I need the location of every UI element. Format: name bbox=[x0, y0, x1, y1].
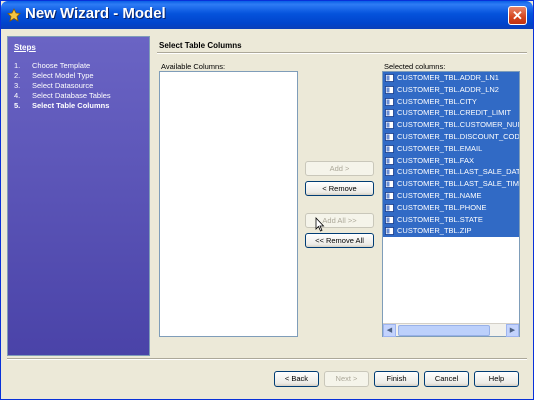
add-button[interactable]: Add > bbox=[305, 161, 374, 176]
remove-button[interactable]: < Remove bbox=[305, 181, 374, 196]
scroll-left-icon[interactable]: ◀ bbox=[383, 324, 396, 337]
mouse-cursor-icon bbox=[315, 217, 325, 232]
selected-columns-label: Selected columns: bbox=[384, 62, 446, 71]
column-name: CUSTOMER_TBL.NAME bbox=[397, 190, 482, 200]
list-item[interactable]: CUSTOMER_TBL.DISCOUNT_CODE bbox=[383, 130, 520, 143]
column-icon bbox=[385, 180, 394, 189]
scroll-thumb[interactable] bbox=[398, 325, 490, 336]
list-item[interactable]: CUSTOMER_TBL.FAX bbox=[383, 154, 519, 167]
column-icon bbox=[385, 168, 394, 177]
column-icon bbox=[385, 97, 394, 106]
column-icon bbox=[385, 109, 394, 118]
step-label: Select Database Tables bbox=[32, 91, 111, 100]
column-icon bbox=[385, 121, 394, 130]
column-icon bbox=[385, 144, 394, 153]
step-label: Select Model Type bbox=[32, 71, 94, 80]
step-label: Choose Template bbox=[32, 61, 91, 70]
steps-list: 1. Choose Template 2. Select Model Type 3.… bbox=[14, 61, 149, 111]
column-name: CUSTOMER_TBL.CREDIT_LIMIT bbox=[397, 108, 512, 118]
scroll-right-icon[interactable]: ▶ bbox=[506, 324, 519, 337]
remove-all-button[interactable]: << Remove All bbox=[305, 233, 374, 248]
column-name: CUSTOMER_TBL.CITY bbox=[397, 96, 477, 106]
list-item[interactable]: CUSTOMER_TBL.CITY bbox=[383, 95, 519, 108]
column-name: CUSTOMER_TBL.LAST_SALE_DATE bbox=[397, 167, 520, 177]
horizontal-scrollbar[interactable]: ◀ ▶ bbox=[383, 323, 519, 337]
step-item: 2. Select Model Type bbox=[14, 71, 94, 80]
list-item[interactable]: CUSTOMER_TBL.EMAIL bbox=[383, 142, 519, 155]
list-item[interactable]: CUSTOMER_TBL.ADDR_LN2 bbox=[383, 83, 519, 96]
column-name: CUSTOMER_TBL.CUSTOMER_NUM bbox=[397, 120, 520, 130]
column-icon bbox=[385, 85, 394, 94]
column-icon bbox=[385, 203, 394, 212]
column-icon bbox=[385, 74, 394, 82]
step-label: Select Table Columns bbox=[32, 101, 110, 110]
step-item-active: 5. Select Table Columns bbox=[14, 101, 110, 110]
cancel-button[interactable]: Cancel bbox=[424, 371, 469, 387]
page-title: Select Table Columns bbox=[159, 41, 242, 50]
title-bar: New Wizard - Model ✕ bbox=[1, 1, 533, 29]
list-item[interactable]: CUSTOMER_TBL.ZIP bbox=[383, 225, 519, 238]
list-item[interactable]: CUSTOMER_TBL.NAME bbox=[383, 189, 519, 202]
help-button[interactable]: Help bbox=[474, 371, 519, 387]
list-item[interactable]: CUSTOMER_TBL.LAST_SALE_DATE bbox=[383, 166, 520, 179]
column-name: CUSTOMER_TBL.ADDR_LN1 bbox=[397, 73, 499, 82]
steps-title: Steps bbox=[14, 43, 36, 52]
column-name: CUSTOMER_TBL.ZIP bbox=[397, 226, 472, 236]
step-item: 1. Choose Template bbox=[14, 61, 91, 70]
column-name: CUSTOMER_TBL.LAST_SALE_TIME bbox=[397, 179, 520, 189]
available-columns-list[interactable] bbox=[159, 71, 298, 337]
column-icon bbox=[385, 192, 394, 200]
footer-divider bbox=[7, 358, 527, 360]
close-button[interactable]: ✕ bbox=[508, 6, 527, 25]
column-name: CUSTOMER_TBL.EMAIL bbox=[397, 143, 483, 153]
available-columns-label: Available Columns: bbox=[161, 62, 226, 71]
wizard-icon bbox=[7, 8, 21, 22]
next-button[interactable]: Next > bbox=[324, 371, 369, 387]
step-item: 3. Select Datasource bbox=[14, 81, 94, 90]
column-icon bbox=[385, 215, 394, 224]
column-name: CUSTOMER_TBL.PHONE bbox=[397, 202, 487, 212]
column-name: CUSTOMER_TBL.STATE bbox=[397, 214, 483, 224]
finish-button[interactable]: Finish bbox=[374, 371, 419, 387]
step-label: Select Datasource bbox=[32, 81, 94, 90]
column-name: CUSTOMER_TBL.ADDR_LN2 bbox=[397, 84, 499, 94]
title-divider bbox=[157, 52, 527, 54]
column-name: CUSTOMER_TBL.DISCOUNT_CODE bbox=[397, 131, 520, 141]
list-item[interactable]: CUSTOMER_TBL.PHONE bbox=[383, 201, 519, 214]
step-item: 4. Select Database Tables bbox=[14, 91, 111, 100]
wizard-window: New Wizard - Model ✕ Steps 1. Choose Temp… bbox=[0, 0, 534, 400]
selected-columns-list[interactable]: CUSTOMER_TBL.ADDR_LN1 CUSTOMER_TBL.ADDR_L… bbox=[382, 71, 520, 337]
list-item[interactable]: CUSTOMER_TBL.LAST_SALE_TIME bbox=[383, 178, 519, 190]
list-item[interactable]: CUSTOMER_TBL.ADDR_LN1 bbox=[383, 72, 519, 84]
list-item[interactable]: CUSTOMER_TBL.STATE bbox=[383, 213, 519, 226]
list-item[interactable]: CUSTOMER_TBL.CUSTOMER_NUM bbox=[383, 119, 519, 131]
list-item[interactable]: CUSTOMER_TBL.CREDIT_LIMIT bbox=[383, 107, 519, 120]
steps-panel: Steps 1. Choose Template 2. Select Model T… bbox=[7, 36, 150, 356]
column-icon bbox=[385, 156, 394, 165]
column-icon bbox=[385, 133, 394, 141]
window-title: New Wizard - Model bbox=[25, 5, 166, 22]
column-name: CUSTOMER_TBL.FAX bbox=[397, 155, 474, 165]
column-icon bbox=[385, 227, 394, 236]
back-button[interactable]: < Back bbox=[274, 371, 319, 387]
